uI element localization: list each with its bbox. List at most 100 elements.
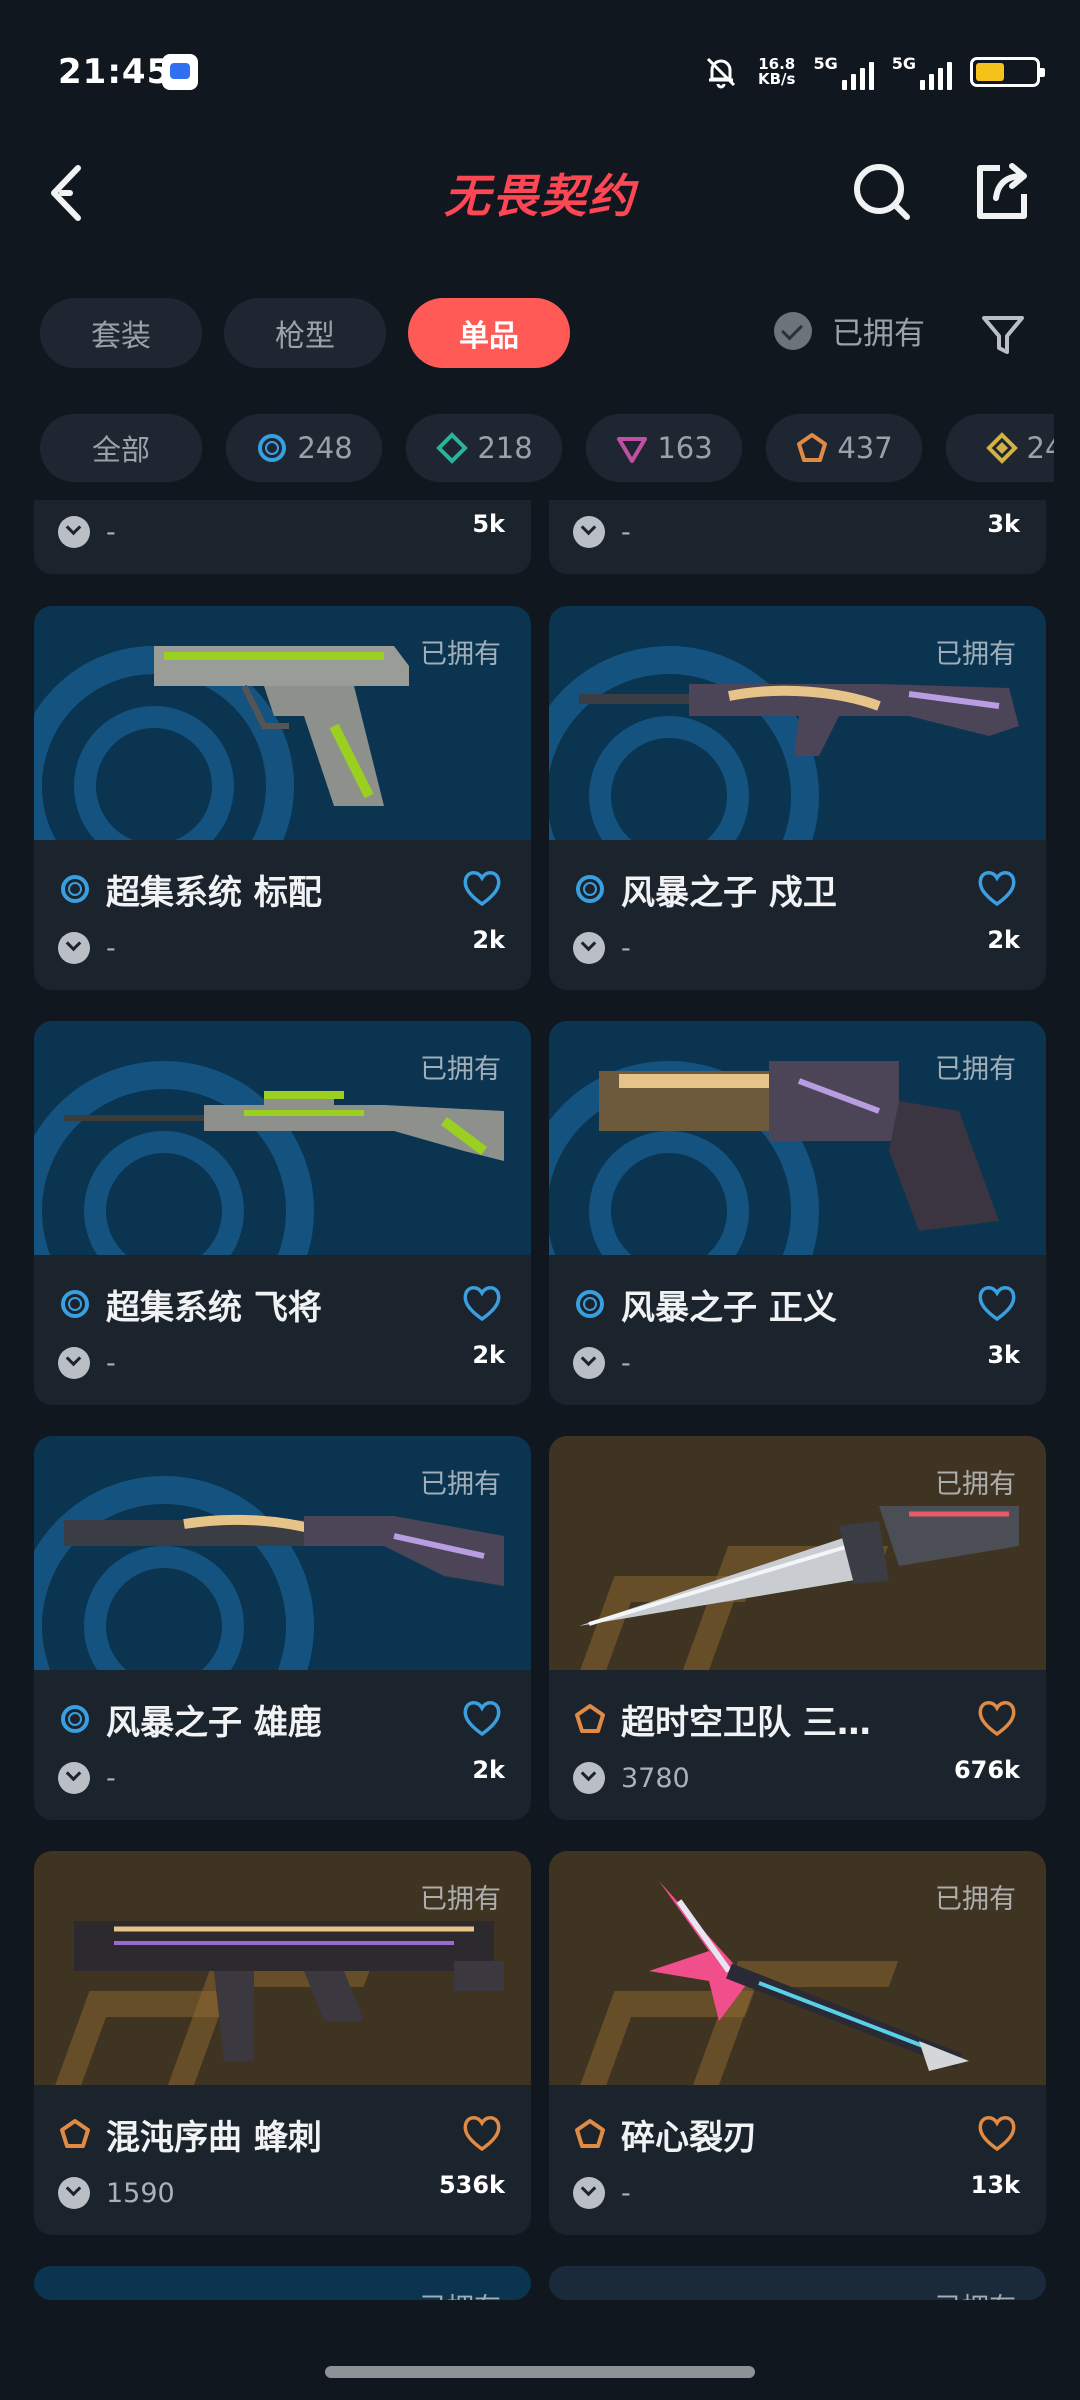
item-price: -	[106, 516, 116, 548]
item-card[interactable]: 已拥有 风暴之子 雄鹿 - 2k	[34, 1436, 531, 1820]
owned-tag: 已拥有	[420, 1884, 501, 1915]
item-owner-count: 2k	[987, 926, 1020, 954]
heart-icon[interactable]	[461, 1698, 503, 1738]
tier-exclusive-icon	[575, 1704, 605, 1733]
tier-exclusive-icon	[575, 2119, 605, 2148]
item-name: 风暴之子 雄鹿	[106, 1702, 322, 1743]
chip-ultra[interactable]: 24	[946, 414, 1054, 482]
clock: 21:45	[58, 52, 172, 92]
tier-select-icon	[576, 875, 604, 903]
filter-icon[interactable]	[978, 310, 1028, 360]
heart-icon[interactable]	[976, 868, 1018, 908]
item-name: 混沌序曲 蜂刺	[106, 2117, 322, 2158]
heart-icon[interactable]	[976, 2113, 1018, 2153]
tab-bundles[interactable]: 套装	[40, 298, 202, 368]
chip-deluxe[interactable]: 218	[406, 414, 562, 482]
item-card[interactable]: 已拥有 碎心裂刃 - 13k	[549, 1851, 1046, 2235]
item-price: -	[621, 1347, 631, 1379]
chip-premium[interactable]: 163	[586, 414, 742, 482]
status-icons: 16.8 KB/s 5G 5G	[702, 52, 1045, 92]
item-price: -	[106, 1762, 116, 1794]
tab-weapon-types[interactable]: 枪型	[224, 298, 386, 368]
owned-tag: 已拥有	[420, 1469, 501, 1500]
mute-bell-icon	[706, 57, 736, 89]
item-card-partial[interactable]: 已拥有	[34, 2266, 531, 2300]
shotgun-skin-image	[64, 1514, 504, 1586]
item-card[interactable]: 已拥有 风暴之子 正义 - 3k	[549, 1021, 1046, 1405]
tab-items[interactable]: 单品	[408, 298, 570, 368]
item-card[interactable]: 已拥有 超时空卫队 三… 3780 676k	[549, 1436, 1046, 1820]
tier-filter-chips: 全部 248 218 163 437 24	[40, 414, 1054, 484]
sniper-skin-image	[64, 1091, 504, 1161]
heart-icon[interactable]	[461, 868, 503, 908]
heart-icon[interactable]	[461, 1283, 503, 1323]
item-card[interactable]: 已拥有 超集系统 飞将 - 2k	[34, 1021, 531, 1405]
signal-5g-1: 5G	[813, 54, 874, 90]
tier-exclusive-icon	[60, 2119, 90, 2148]
check-icon[interactable]	[774, 311, 812, 350]
owned-tag: 已拥有	[420, 639, 501, 670]
item-owner-count: 13k	[970, 2171, 1020, 2199]
tier-select-icon	[61, 875, 89, 903]
chip-exclusive[interactable]: 437	[766, 414, 922, 482]
owned-toggle-label: 已拥有	[832, 316, 925, 352]
valorant-points-icon	[58, 932, 90, 964]
item-owner-count: 3k	[987, 1341, 1020, 1369]
chip-select[interactable]: 248	[226, 414, 382, 482]
item-card[interactable]: 已拥有 超集系统 标配 - 2k	[34, 606, 531, 990]
item-price: -	[106, 932, 116, 964]
item-owner-count: 2k	[472, 926, 505, 954]
item-owner-count: 3k	[987, 510, 1020, 538]
heart-icon[interactable]	[976, 1283, 1018, 1323]
valorant-points-icon	[573, 1762, 605, 1794]
network-speed: 16.8 KB/s	[758, 55, 796, 88]
item-owner-count: 5k	[472, 510, 505, 538]
owned-toggle[interactable]: 已拥有	[774, 308, 925, 353]
item-price: 1590	[106, 2177, 175, 2209]
tier-premium-icon	[617, 437, 648, 463]
item-card[interactable]: 已拥有 混沌序曲 蜂刺 1590 536k	[34, 1851, 531, 2235]
owned-tag: 已拥有	[935, 1054, 1016, 1085]
valorant-points-icon	[58, 1762, 90, 1794]
item-name: 风暴之子 正义	[621, 1287, 837, 1328]
item-card[interactable]: 已拥有 风暴之子 戍卫 - 2k	[549, 606, 1046, 990]
rifle-skin-image	[579, 684, 1019, 756]
heart-icon[interactable]	[461, 2113, 503, 2153]
valorant-points-icon	[58, 516, 90, 548]
pistol-skin-image	[154, 646, 409, 806]
item-card-partial[interactable]: - 3k	[549, 500, 1046, 574]
item-price: -	[621, 2177, 631, 2209]
tier-ultra-icon	[985, 432, 1018, 464]
notification-app-icon	[162, 54, 198, 90]
owned-tag: 已拥有	[935, 1884, 1016, 1915]
valorant-points-icon	[573, 516, 605, 548]
chip-all[interactable]: 全部	[40, 414, 202, 482]
item-name: 风暴之子 戍卫	[621, 872, 837, 913]
battery-icon	[970, 57, 1045, 87]
item-owner-count: 2k	[472, 1341, 505, 1369]
owned-tag: 已拥有	[935, 2286, 1016, 2300]
signal-5g-2: 5G	[892, 54, 952, 90]
search-icon[interactable]	[850, 160, 914, 224]
valorant-points-icon	[573, 1347, 605, 1379]
item-name: 超集系统 标配	[106, 872, 322, 913]
item-owner-count: 536k	[438, 2171, 505, 2199]
item-card-partial[interactable]: 已拥有	[549, 2266, 1046, 2300]
item-name: 碎心裂刃	[621, 2117, 757, 2158]
page-title: 无畏契约	[444, 169, 636, 223]
app-header: 无畏契约	[0, 130, 1080, 250]
share-icon[interactable]	[970, 160, 1034, 224]
valorant-points-icon	[58, 2177, 90, 2209]
owned-tag: 已拥有	[420, 2286, 501, 2300]
blade-skin-image	[649, 1881, 969, 2071]
heart-icon[interactable]	[976, 1698, 1018, 1738]
owned-tag: 已拥有	[420, 1054, 501, 1085]
item-price: -	[621, 516, 631, 548]
item-owner-count: 676k	[953, 1756, 1020, 1784]
home-indicator[interactable]	[325, 2366, 755, 2378]
tier-select-icon	[61, 1290, 89, 1318]
valorant-points-icon	[573, 2177, 605, 2209]
item-card-partial[interactable]: - 5k	[34, 500, 531, 574]
valorant-points-icon	[573, 932, 605, 964]
valorant-points-icon	[58, 1347, 90, 1379]
